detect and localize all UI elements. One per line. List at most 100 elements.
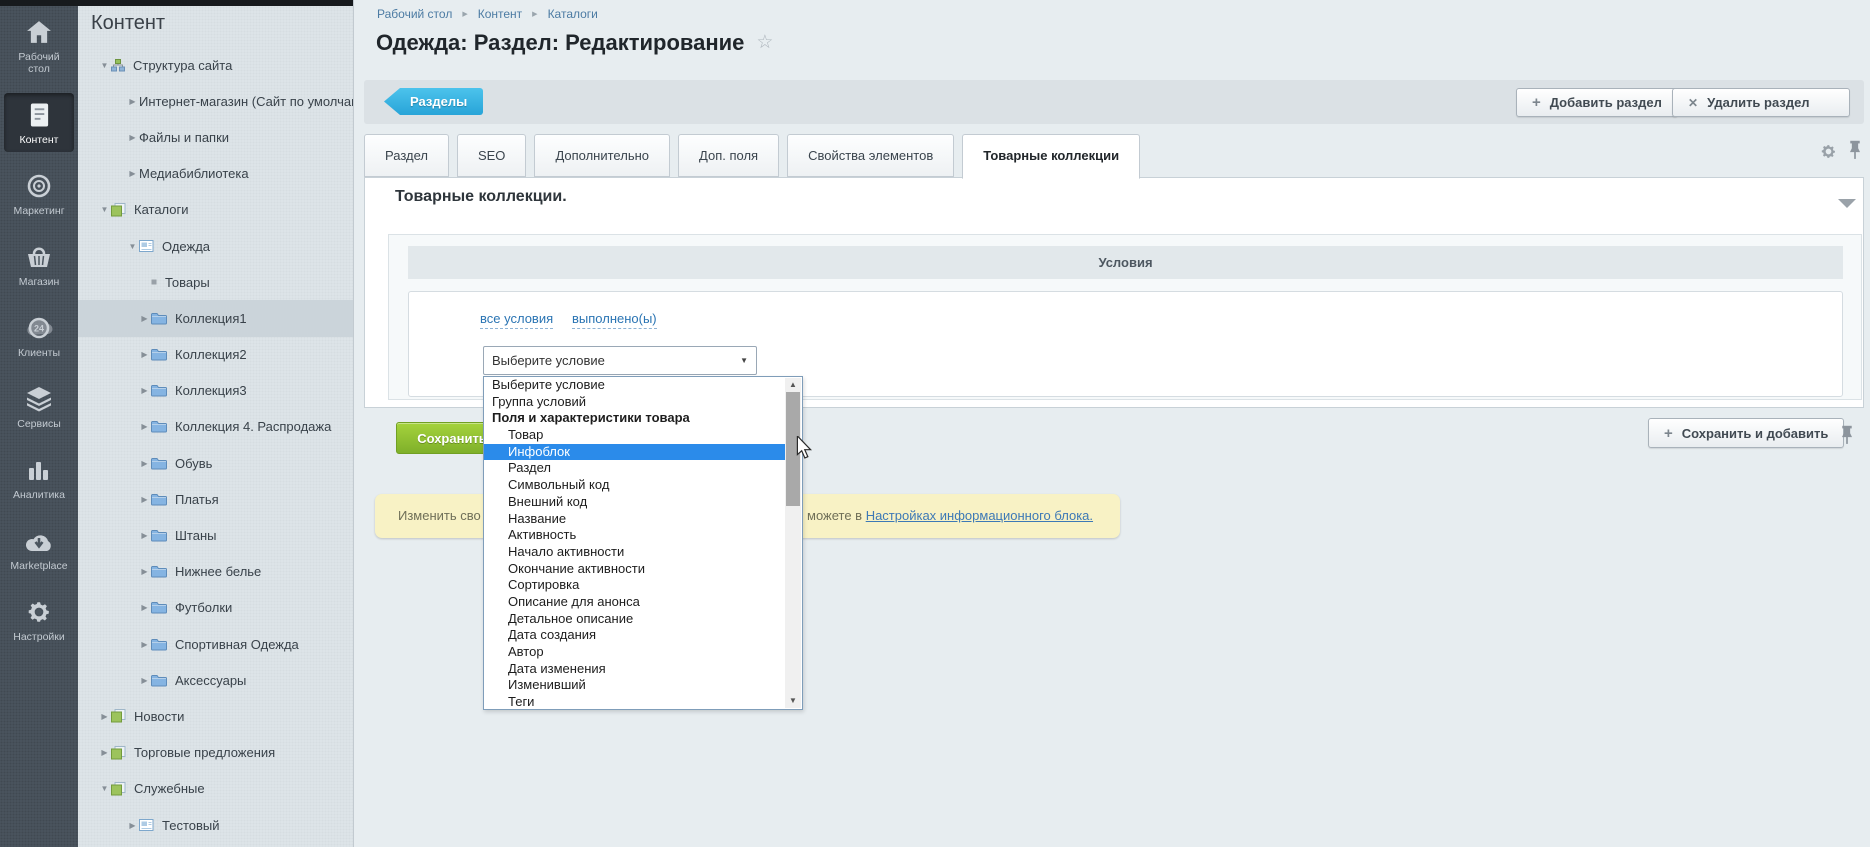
sidebar-item[interactable]: ▼Одежда	[78, 228, 353, 264]
rail-item-content[interactable]: Контент	[4, 93, 74, 152]
tab-дополнительно[interactable]: Дополнительно	[534, 134, 670, 177]
tab-раздел[interactable]: Раздел	[364, 134, 449, 177]
scroll-down-icon[interactable]: ▼	[785, 694, 801, 708]
dropdown-option[interactable]: Изменивший	[484, 677, 785, 694]
tree-right-arrow-icon[interactable]: ▶	[138, 350, 151, 359]
dropdown-option[interactable]: Инфоблок	[484, 444, 785, 461]
sidebar-item[interactable]: ▶Обувь	[78, 445, 353, 481]
dropdown-option[interactable]: Автор	[484, 644, 785, 661]
sidebar-item[interactable]: ▶Торговые предложения	[78, 735, 353, 771]
rail-item-workspace[interactable]: Рабочий стол	[4, 10, 74, 81]
tree-right-arrow-icon[interactable]: ▶	[138, 531, 151, 540]
dropdown-option[interactable]: Выберите условие	[484, 377, 785, 394]
tree-right-arrow-icon[interactable]: ▶	[138, 603, 151, 612]
rail-item-marketplace[interactable]: Marketplace	[4, 519, 74, 578]
star-icon[interactable]: ☆	[756, 32, 773, 53]
tab-доп-поля[interactable]: Доп. поля	[678, 134, 779, 177]
dropdown-option[interactable]: Символьный код	[484, 477, 785, 494]
tree-right-arrow-icon[interactable]: ▶	[138, 495, 151, 504]
tab-seo[interactable]: SEO	[457, 134, 526, 177]
sidebar-item[interactable]: ▶Платья	[78, 481, 353, 517]
rail-item-clients[interactable]: 24Клиенты	[4, 306, 74, 365]
scrollbar-thumb[interactable]	[786, 392, 800, 506]
sidebar-item[interactable]: ▶Коллекция3	[78, 373, 353, 409]
catalog-icon	[111, 709, 126, 723]
all-conditions-link[interactable]: все условия	[480, 311, 553, 329]
breadcrumb-link[interactable]: Каталоги	[548, 7, 598, 21]
tree-down-arrow-icon[interactable]: ▼	[98, 784, 111, 793]
sidebar-item[interactable]: ▶Тестовый	[78, 807, 353, 843]
sidebar-item[interactable]: ▶Интернет-магазин (Сайт по умолчан	[78, 83, 353, 119]
sidebar-item[interactable]: ▶Новости	[78, 698, 353, 734]
sidebar-item[interactable]: ▶Футболки	[78, 590, 353, 626]
tree-right-arrow-icon[interactable]: ▶	[138, 422, 151, 431]
dropdown-scrollbar[interactable]: ▲ ▼	[785, 378, 801, 708]
dropdown-option[interactable]: Название	[484, 511, 785, 528]
pin-icon[interactable]	[1840, 425, 1854, 451]
breadcrumb-link[interactable]: Контент	[478, 7, 522, 21]
tree-right-arrow-icon[interactable]: ▶	[138, 567, 151, 576]
dropdown-option[interactable]: Товар	[484, 427, 785, 444]
sidebar-item[interactable]: ▶Штаны	[78, 517, 353, 553]
tree-down-arrow-icon[interactable]: ▼	[98, 61, 111, 70]
tree-right-arrow-icon[interactable]: ▶	[138, 676, 151, 685]
tree-right-arrow-icon[interactable]: ▶	[98, 748, 111, 757]
done-conditions-link[interactable]: выполнено(ы)	[572, 311, 657, 329]
scroll-up-icon[interactable]: ▲	[785, 378, 801, 392]
dropdown-option[interactable]: Начало активности	[484, 544, 785, 561]
tree-right-arrow-icon[interactable]: ▶	[126, 169, 139, 178]
sidebar-item[interactable]: Товары	[78, 264, 353, 300]
dropdown-option[interactable]: Группа условий	[484, 394, 785, 411]
sidebar-item[interactable]: ▶Файлы и папки	[78, 119, 353, 155]
breadcrumb-link[interactable]: Рабочий стол	[377, 7, 452, 21]
sidebar-item[interactable]: ▶Коллекция2	[78, 337, 353, 373]
dropdown-option[interactable]: Дата создания	[484, 627, 785, 644]
tree-right-arrow-icon[interactable]: ▶	[138, 386, 151, 395]
tree-right-arrow-icon[interactable]: ▶	[98, 712, 111, 721]
dropdown-option[interactable]: Сортировка	[484, 577, 785, 594]
tree-down-arrow-icon[interactable]: ▼	[126, 242, 139, 251]
tab-товарные-коллекции[interactable]: Товарные коллекции	[962, 134, 1140, 179]
pin-icon[interactable]	[1848, 140, 1862, 166]
rail-item-services[interactable]: Сервисы	[4, 377, 74, 436]
sidebar-item[interactable]: ▶Нижнее белье	[78, 554, 353, 590]
infoblock-settings-link[interactable]: Настройках информационного блока.	[866, 508, 1093, 523]
sections-back-button[interactable]: Разделы	[384, 88, 483, 115]
sidebar-item-label: Спортивная Одежда	[175, 637, 299, 652]
dropdown-option[interactable]: Раздел	[484, 460, 785, 477]
gear-icon[interactable]	[1820, 143, 1837, 165]
rail-item-analytics[interactable]: Аналитика	[4, 448, 74, 507]
rail-item-settings[interactable]: Настройки	[4, 590, 74, 649]
chevron-down-icon[interactable]	[1838, 199, 1856, 208]
condition-select[interactable]: Выберите условие ▼	[483, 346, 757, 375]
tree-right-arrow-icon[interactable]: ▶	[138, 314, 151, 323]
sidebar-item[interactable]: ▶Медиабиблиотека	[78, 156, 353, 192]
dropdown-option[interactable]: Окончание активности	[484, 561, 785, 578]
dropdown-option[interactable]: Внешний код	[484, 494, 785, 511]
rail-item-shop[interactable]: Магазин	[4, 235, 74, 294]
tree-right-arrow-icon[interactable]: ▶	[126, 133, 139, 142]
sidebar-item[interactable]: ▼Каталоги	[78, 192, 353, 228]
dropdown-option[interactable]: Теги	[484, 694, 785, 709]
sidebar-item[interactable]: ▶Коллекция 4. Распродажа	[78, 409, 353, 445]
dropdown-option[interactable]: Поля и характеристики товара	[484, 410, 785, 427]
tree-right-arrow-icon[interactable]: ▶	[126, 97, 139, 106]
sidebar-item[interactable]: ▶Коллекция1	[78, 300, 353, 336]
tree-down-arrow-icon[interactable]: ▼	[98, 205, 111, 214]
sidebar-item[interactable]: ▼Структура сайта	[78, 47, 353, 83]
tree-right-arrow-icon[interactable]: ▶	[138, 640, 151, 649]
dropdown-option[interactable]: Описание для анонса	[484, 594, 785, 611]
dropdown-option[interactable]: Детальное описание	[484, 611, 785, 628]
dropdown-option[interactable]: Дата изменения	[484, 661, 785, 678]
add-section-button[interactable]: + Добавить раздел	[1516, 88, 1678, 117]
sidebar-item[interactable]: ▶ Спортивная Одежда	[78, 626, 353, 662]
tree-right-arrow-icon[interactable]: ▶	[138, 459, 151, 468]
save-and-add-button[interactable]: + Сохранить и добавить	[1648, 418, 1844, 448]
sidebar-item[interactable]: ▼Служебные	[78, 771, 353, 807]
sidebar-item[interactable]: ▶Аксессуары	[78, 662, 353, 698]
delete-section-button[interactable]: ✕ Удалить раздел	[1672, 88, 1850, 117]
dropdown-option[interactable]: Активность	[484, 527, 785, 544]
rail-item-marketing[interactable]: Маркетинг	[4, 164, 74, 223]
tab-свойства-элементов[interactable]: Свойства элементов	[787, 134, 954, 177]
tree-right-arrow-icon[interactable]: ▶	[126, 821, 139, 830]
